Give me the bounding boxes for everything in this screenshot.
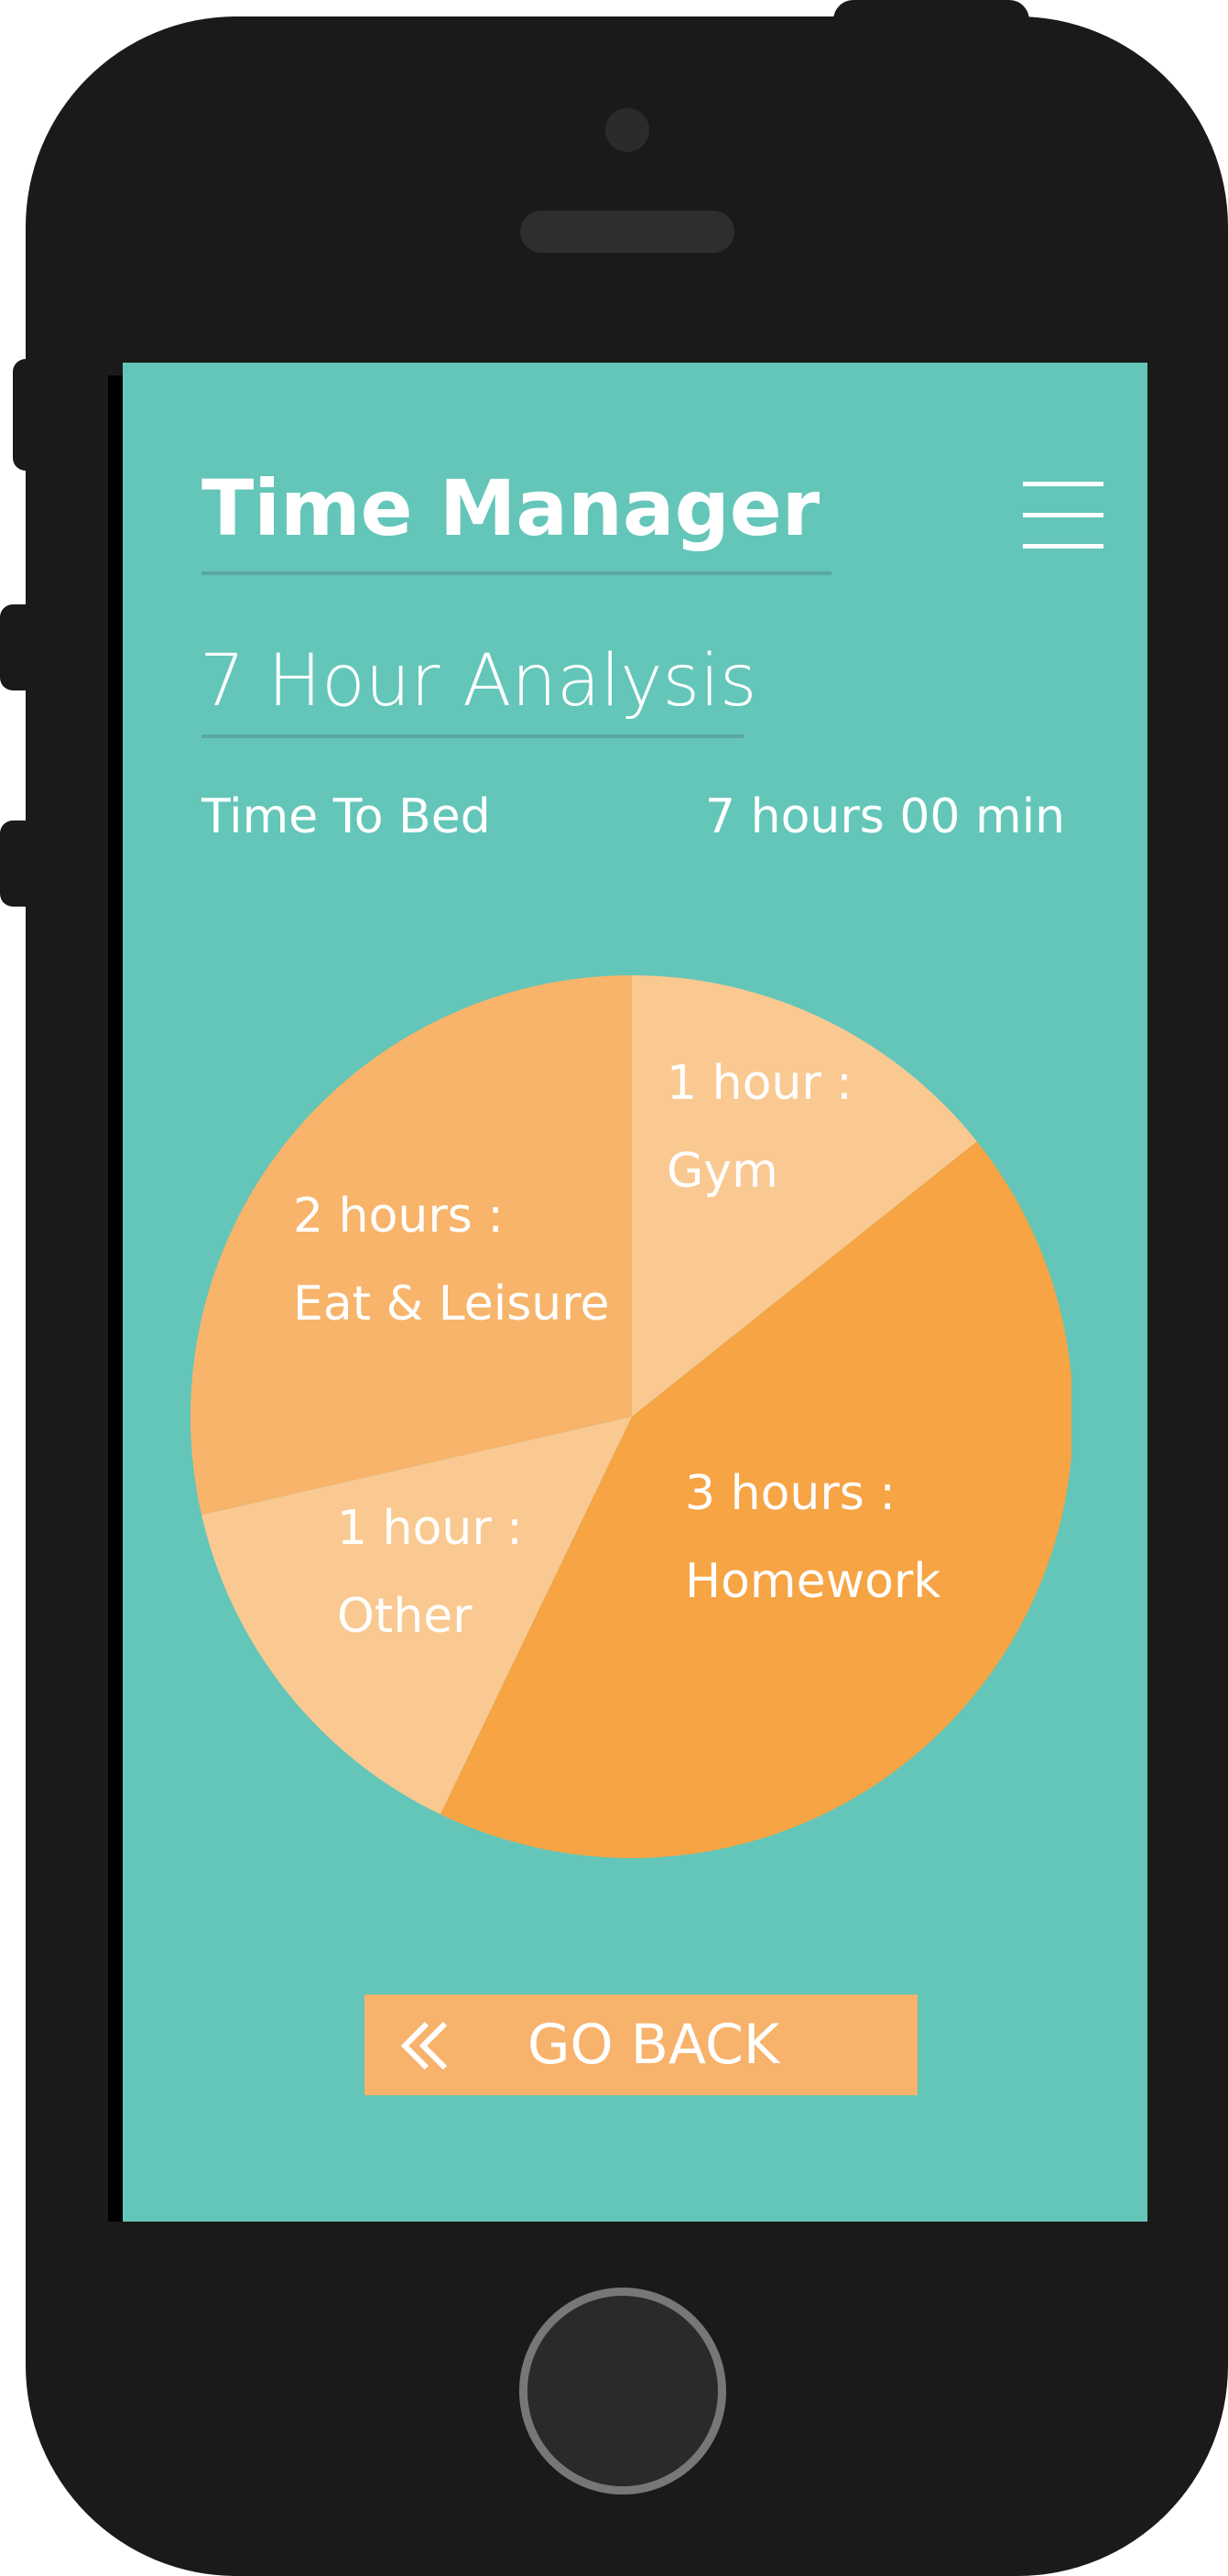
app-title: Time Manager	[201, 463, 820, 553]
pie-label-value-gym: 1 hour :	[667, 1056, 853, 1111]
front-camera	[605, 108, 649, 152]
go-back-label: GO BACK	[527, 2013, 780, 2077]
pie-label-name-eat-leisure: Eat & Leisure	[293, 1277, 610, 1331]
pie-label-name-other: Other	[337, 1589, 473, 1644]
time-pie-chart: 1 hour : Gym 3 hours : Homework 1 hour : Othe…	[190, 975, 1071, 1858]
analysis-subtitle: 7 Hour Analysis	[200, 640, 757, 723]
double-chevron-left-icon	[400, 2021, 448, 2071]
subtitle-underline	[201, 734, 744, 738]
earpiece-speaker	[520, 211, 734, 253]
pie-label-name-homework: Homework	[685, 1554, 940, 1609]
hamburger-menu-icon[interactable]	[1023, 480, 1103, 549]
home-button[interactable]	[519, 2288, 726, 2494]
pie-label-name-gym: Gym	[667, 1144, 778, 1199]
pie-label-value-eat-leisure: 2 hours :	[293, 1189, 504, 1244]
time-to-bed-value: 7 hours 00 min	[705, 789, 1066, 844]
pie-label-value-other: 1 hour :	[337, 1501, 523, 1556]
go-back-button[interactable]: GO BACK	[364, 1994, 918, 2095]
time-to-bed-label: Time To Bed	[201, 789, 491, 844]
pie-label-value-homework: 3 hours :	[685, 1466, 896, 1521]
title-underline	[201, 571, 831, 575]
